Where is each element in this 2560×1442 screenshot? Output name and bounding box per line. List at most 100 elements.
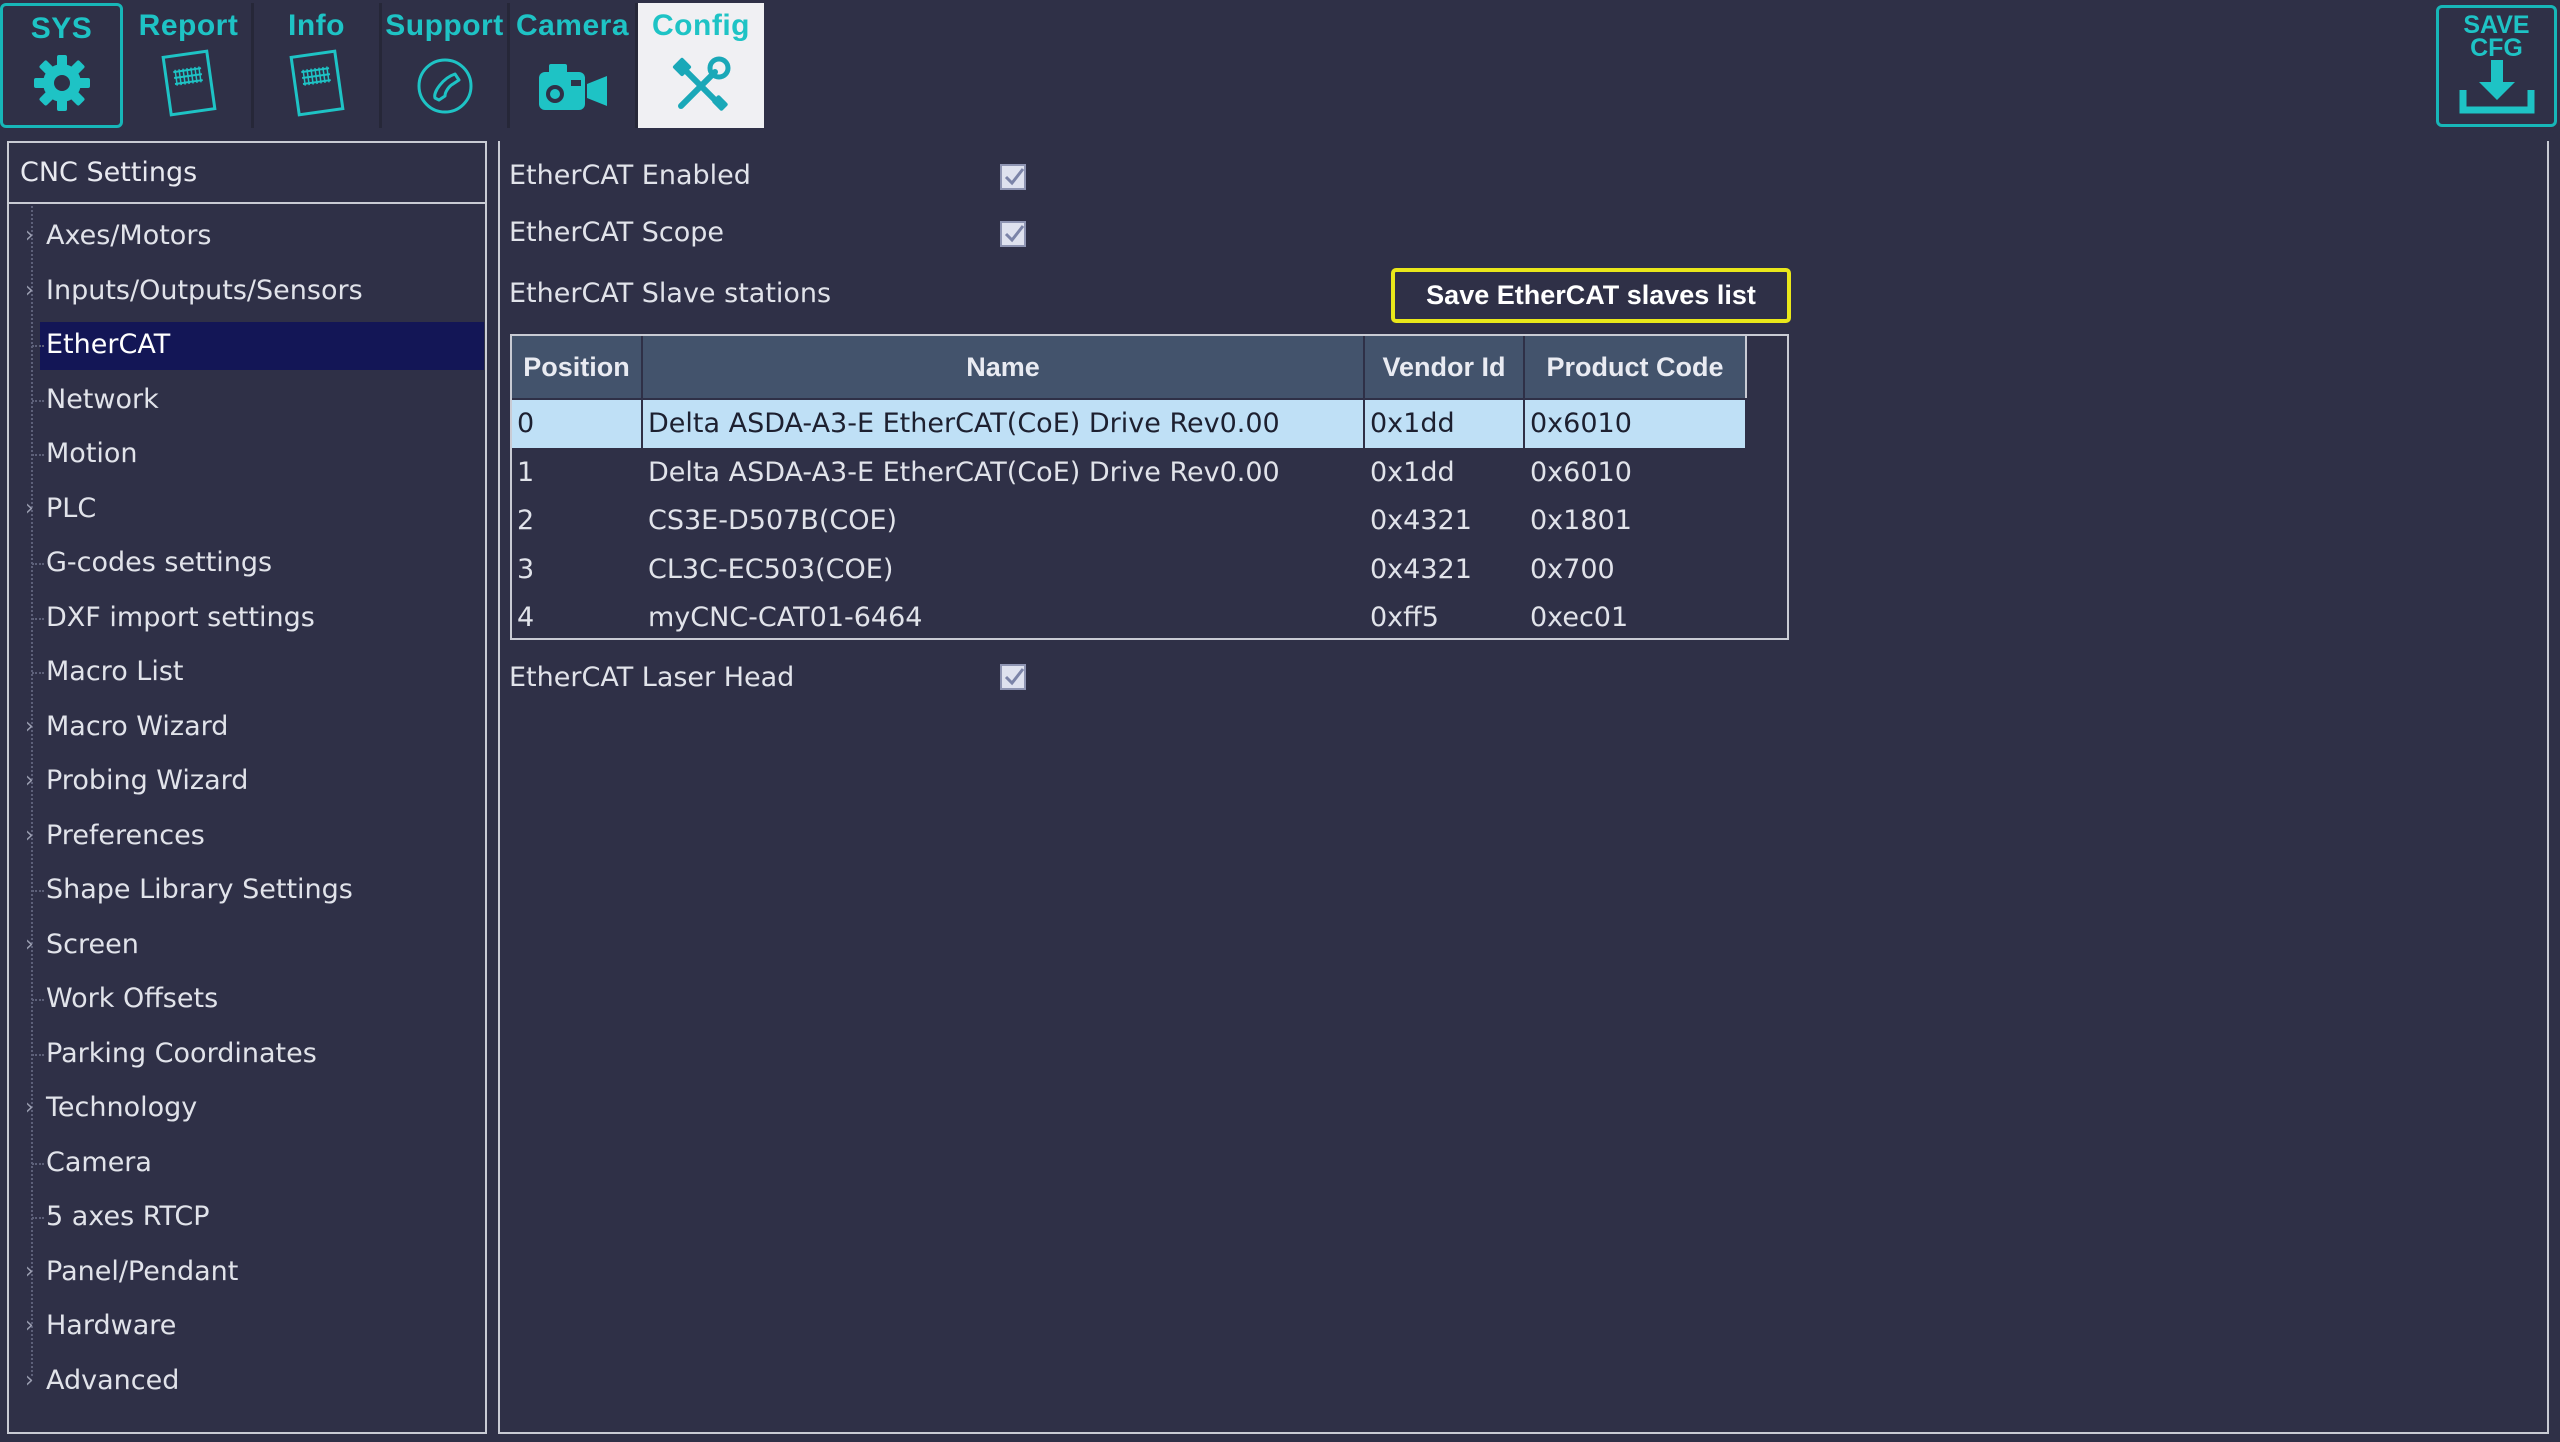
sidebar-item-technology[interactable]: › Technology: [9, 1083, 485, 1133]
tab-sys-label: SYS: [30, 12, 93, 45]
tree-connector: [32, 999, 44, 1001]
sidebar-item-screen[interactable]: › Screen: [9, 920, 485, 970]
sidebar-item-motion[interactable]: Motion: [9, 429, 485, 479]
cell-position: 0: [512, 400, 643, 448]
cell-position: 2: [517, 505, 535, 536]
camera-icon: [535, 58, 611, 122]
cell-product-code: 0x700: [1530, 553, 1615, 585]
tab-camera-label: Camera: [515, 9, 630, 42]
tab-info-label: Info: [288, 9, 345, 42]
column-header-product-code[interactable]: Product Code: [1525, 336, 1745, 398]
tab-report[interactable]: Report: [126, 3, 254, 128]
checkmark-icon: [1004, 668, 1025, 686]
table-row[interactable]: 2 CS3E-D507B(COE) 0x4321 0x1801: [512, 497, 1745, 545]
tab-camera[interactable]: Camera: [510, 3, 638, 128]
ethercat-laser-head-checkbox[interactable]: [1000, 664, 1026, 690]
phone-icon: [413, 54, 477, 122]
chevron-right-icon[interactable]: ›: [25, 1247, 34, 1297]
column-header-vendor-id[interactable]: Vendor Id: [1365, 336, 1525, 398]
sidebar-item-g-codes-settings[interactable]: G-codes settings: [9, 538, 485, 588]
sidebar-item-label: PLC: [46, 492, 97, 524]
sidebar-item-ethercat[interactable]: EtherCAT: [9, 320, 485, 370]
sidebar-item-parking-coordinates[interactable]: Parking Coordinates: [9, 1029, 485, 1079]
cell-position: 4: [517, 602, 535, 633]
chevron-right-icon[interactable]: ›: [25, 702, 34, 752]
top-toolbar: SYS Report Info Support Camera Config SA…: [0, 0, 2560, 138]
sidebar-item-inputs-outputs-sensors[interactable]: › Inputs/Outputs/Sensors: [9, 266, 485, 316]
cell-vendor-id: 0x1dd: [1365, 400, 1525, 448]
sidebar-item-macro-list[interactable]: Macro List: [9, 647, 485, 697]
table-row[interactable]: 3 CL3C-EC503(COE) 0x4321 0x700: [512, 546, 1745, 594]
cell-vendor-id: 0x4321: [1370, 553, 1472, 585]
sidebar-item-label: Panel/Pendant: [46, 1255, 239, 1287]
slave-stations-label: EtherCAT Slave stations: [509, 278, 832, 309]
cell-vendor-id: 0x1dd: [1370, 456, 1455, 488]
table-row[interactable]: 4 myCNC-CAT01-6464 0xff5 0xec01: [512, 594, 1745, 642]
sidebar-item-probing-wizard[interactable]: › Probing Wizard: [9, 756, 485, 806]
table-header: Position Name Vendor Id Product Code: [512, 336, 1745, 398]
cell-product-code: 0x6010: [1530, 408, 1632, 439]
sidebar-item-camera[interactable]: Camera: [9, 1138, 485, 1188]
column-header-position[interactable]: Position: [512, 336, 643, 398]
tree-connector: [32, 672, 44, 674]
sidebar-item-label: Macro Wizard: [46, 710, 229, 742]
sidebar-item-shape-library-settings[interactable]: Shape Library Settings: [9, 865, 485, 915]
sidebar-item-label: 5 axes RTCP: [46, 1201, 210, 1232]
chevron-right-icon[interactable]: ›: [25, 266, 34, 316]
cell-vendor-id: 0xff5: [1370, 602, 1439, 633]
column-header-name[interactable]: Name: [643, 336, 1365, 398]
tab-config-label: Config: [652, 9, 750, 42]
sidebar-item-label: EtherCAT: [46, 329, 171, 360]
tree-header[interactable]: CNC Settings: [9, 143, 485, 204]
chevron-right-icon[interactable]: ›: [25, 484, 34, 534]
sidebar-item-preferences[interactable]: › Preferences: [9, 811, 485, 861]
chevron-right-icon[interactable]: ›: [25, 1301, 34, 1351]
checkmark-icon: [1004, 225, 1025, 243]
tab-info[interactable]: Info: [254, 3, 382, 128]
tree-connector: [32, 454, 44, 456]
ethercat-enabled-checkbox[interactable]: [1000, 164, 1026, 190]
sidebar-item-label: Parking Coordinates: [46, 1037, 317, 1069]
sidebar-item-hardware[interactable]: › Hardware: [9, 1301, 485, 1351]
cell-product-code: 0x6010: [1530, 456, 1632, 488]
cell-name: CS3E-D507B(COE): [648, 505, 898, 536]
ethercat-scope-checkbox[interactable]: [1000, 221, 1026, 247]
tree-connector: [32, 399, 44, 402]
slave-stations-table: Position Name Vendor Id Product Code 0 De…: [510, 334, 1789, 640]
save-ethercat-slaves-button[interactable]: Save EtherCAT slaves list: [1391, 268, 1791, 323]
cell-name: Delta ASDA-A3-E EtherCAT(CoE) Drive Rev0…: [643, 400, 1365, 448]
sidebar-item-work-offsets[interactable]: Work Offsets: [9, 974, 485, 1024]
tab-report-label: Report: [138, 9, 239, 42]
sidebar-item-label: Motion: [46, 438, 138, 469]
sidebar-item-macro-wizard[interactable]: › Macro Wizard: [9, 702, 485, 752]
sidebar-item-plc[interactable]: › PLC: [9, 484, 485, 534]
chevron-right-icon[interactable]: ›: [25, 756, 34, 806]
cell-product-code: 0x1801: [1530, 505, 1632, 536]
tab-support[interactable]: Support: [382, 3, 510, 128]
chevron-right-icon[interactable]: ›: [25, 1356, 34, 1406]
tools-icon: [669, 54, 733, 122]
sidebar-item-advanced[interactable]: › Advanced: [9, 1356, 485, 1406]
info-document-icon: [285, 48, 349, 122]
table-row[interactable]: 1 Delta ASDA-A3-E EtherCAT(CoE) Drive Rev…: [512, 449, 1745, 497]
sidebar-item-label: DXF import settings: [46, 601, 315, 633]
tab-sys[interactable]: SYS: [0, 3, 123, 128]
table-row[interactable]: 0 Delta ASDA-A3-E EtherCAT(CoE) Drive Rev…: [512, 400, 1745, 448]
sidebar-item-panel-pendant[interactable]: › Panel/Pendant: [9, 1247, 485, 1297]
sidebar-item-network[interactable]: Network: [9, 375, 485, 425]
sidebar-item-dxf-import-settings[interactable]: DXF import settings: [9, 593, 485, 643]
chevron-right-icon[interactable]: ›: [25, 1083, 34, 1133]
sidebar-item-label: Technology: [46, 1092, 198, 1123]
chevron-right-icon[interactable]: ›: [25, 811, 34, 861]
tree-connector: [32, 345, 44, 347]
save-cfg-button[interactable]: SAVE CFG: [2436, 5, 2557, 127]
tab-config[interactable]: Config: [638, 3, 764, 128]
chevron-right-icon[interactable]: ›: [25, 920, 34, 970]
chevron-right-icon[interactable]: ›: [25, 211, 34, 261]
cell-vendor-id: 0x4321: [1370, 505, 1472, 536]
sidebar-item-axes-motors[interactable]: › Axes/Motors: [9, 211, 485, 261]
tree-connector: [32, 890, 44, 892]
sidebar-item-5-axes-rtcp[interactable]: 5 axes RTCP: [9, 1192, 485, 1242]
cell-name: Delta ASDA-A3-E EtherCAT(CoE) Drive Rev0…: [648, 456, 1280, 488]
tree-connector: [32, 1217, 44, 1219]
